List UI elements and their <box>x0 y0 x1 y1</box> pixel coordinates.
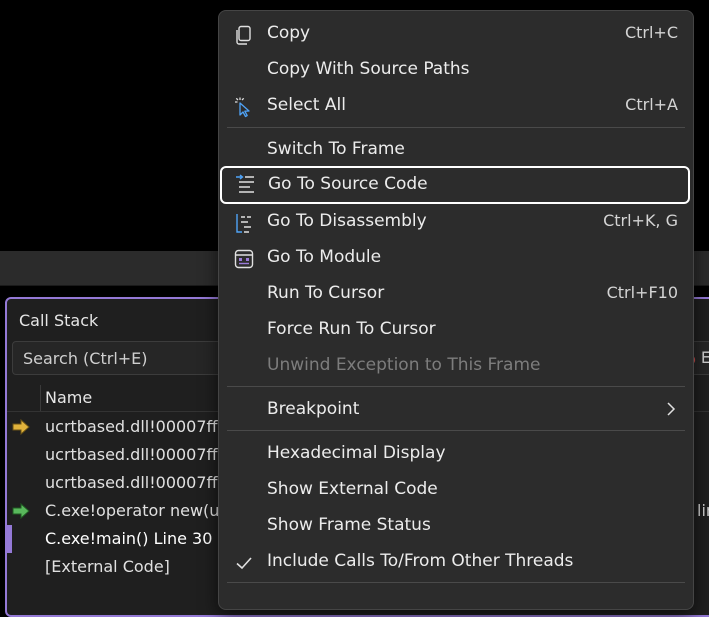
menu-item-include-calls-other-threads[interactable]: Include Calls To/From Other Threads <box>219 544 693 580</box>
menu-separator <box>227 386 685 387</box>
current-frame-indicator <box>7 525 12 553</box>
menu-item-label: Go To Module <box>267 247 382 267</box>
menu-item-go-to-disassembly[interactable]: Go To Disassembly Ctrl+K, G <box>219 204 693 240</box>
menu-item-label: Show External Code <box>267 479 438 499</box>
checkmark-icon <box>233 552 255 574</box>
menu-item-label: Go To Disassembly <box>267 211 427 231</box>
menu-item-select-all[interactable]: Select All Ctrl+A <box>219 88 693 124</box>
menu-item-go-to-module[interactable]: Go To Module <box>219 240 693 276</box>
menu-item-copy-with-source-paths[interactable]: Copy With Source Paths <box>219 52 693 88</box>
instruction-pointer-arrow-icon <box>10 416 32 438</box>
frame-name: C.exe!main() Line 30 <box>45 529 213 548</box>
menu-item-show-frame-status[interactable]: Show Frame Status <box>219 508 693 544</box>
context-menu: Copy Ctrl+C Copy With Source Paths Selec… <box>218 10 694 610</box>
menu-item-shortcut: Ctrl+C <box>624 23 678 42</box>
menu-item-label: Select All <box>267 95 346 115</box>
menu-item-shortcut: Ctrl+K, G <box>603 211 678 230</box>
frame-name: ucrtbased.dll!00007ffc <box>45 445 227 464</box>
column-header-name[interactable]: Name <box>45 388 92 407</box>
menu-item-unwind-exception: Unwind Exception to This Frame <box>219 348 693 384</box>
menu-separator <box>227 582 685 583</box>
search-placeholder: Search (Ctrl+E) <box>23 349 148 368</box>
menu-item-label: Switch To Frame <box>267 139 405 159</box>
menu-item-hexadecimal-display[interactable]: Hexadecimal Display <box>219 436 693 472</box>
menu-separator <box>227 430 685 431</box>
menu-item-switch-to-frame[interactable]: Switch To Frame <box>219 132 693 168</box>
disassembly-icon <box>233 212 255 234</box>
menu-item-run-to-cursor[interactable]: Run To Cursor Ctrl+F10 <box>219 276 693 312</box>
go-to-source-icon <box>234 174 256 196</box>
menu-item-breakpoint[interactable]: Breakpoint <box>219 392 693 428</box>
module-icon <box>233 248 255 270</box>
menu-item-force-run-to-cursor[interactable]: Force Run To Cursor <box>219 312 693 348</box>
chevron-right-icon <box>665 401 677 422</box>
menu-item-label: Show Frame Status <box>267 515 431 535</box>
menu-item-shortcut: Ctrl+F10 <box>606 283 678 302</box>
menu-item-label: Force Run To Cursor <box>267 319 436 339</box>
menu-item-label: Copy <box>267 23 311 43</box>
menu-item-label: Run To Cursor <box>267 283 385 303</box>
frame-name: [External Code] <box>45 557 170 576</box>
copy-icon <box>233 24 255 46</box>
menu-item-label: Unwind Exception to This Frame <box>267 355 541 375</box>
menu-item-label: Hexadecimal Display <box>267 443 446 463</box>
menu-item-show-external-code[interactable]: Show External Code <box>219 472 693 508</box>
frame-name: ucrtbased.dll!00007ffc <box>45 417 227 436</box>
select-all-icon <box>233 96 255 118</box>
frame-right-fragment: lin <box>697 501 709 520</box>
search-options-label: E <box>700 348 709 367</box>
menu-item-label: Copy With Source Paths <box>267 59 470 79</box>
column-separator[interactable] <box>40 385 41 411</box>
menu-item-go-to-source-code[interactable]: Go To Source Code <box>220 166 690 204</box>
menu-item-label: Go To Source Code <box>268 174 428 194</box>
menu-item-shortcut: Ctrl+A <box>625 95 678 114</box>
menu-separator <box>227 127 685 128</box>
menu-item-copy[interactable]: Copy Ctrl+C <box>219 16 693 52</box>
frame-name: ucrtbased.dll!00007ffc <box>45 473 227 492</box>
menu-item-label: Include Calls To/From Other Threads <box>267 551 574 571</box>
return-point-arrow-icon <box>10 500 32 522</box>
panel-title: Call Stack <box>19 311 99 330</box>
menu-item-label: Breakpoint <box>267 399 360 419</box>
frame-name: C.exe!operator new(un <box>45 501 230 520</box>
